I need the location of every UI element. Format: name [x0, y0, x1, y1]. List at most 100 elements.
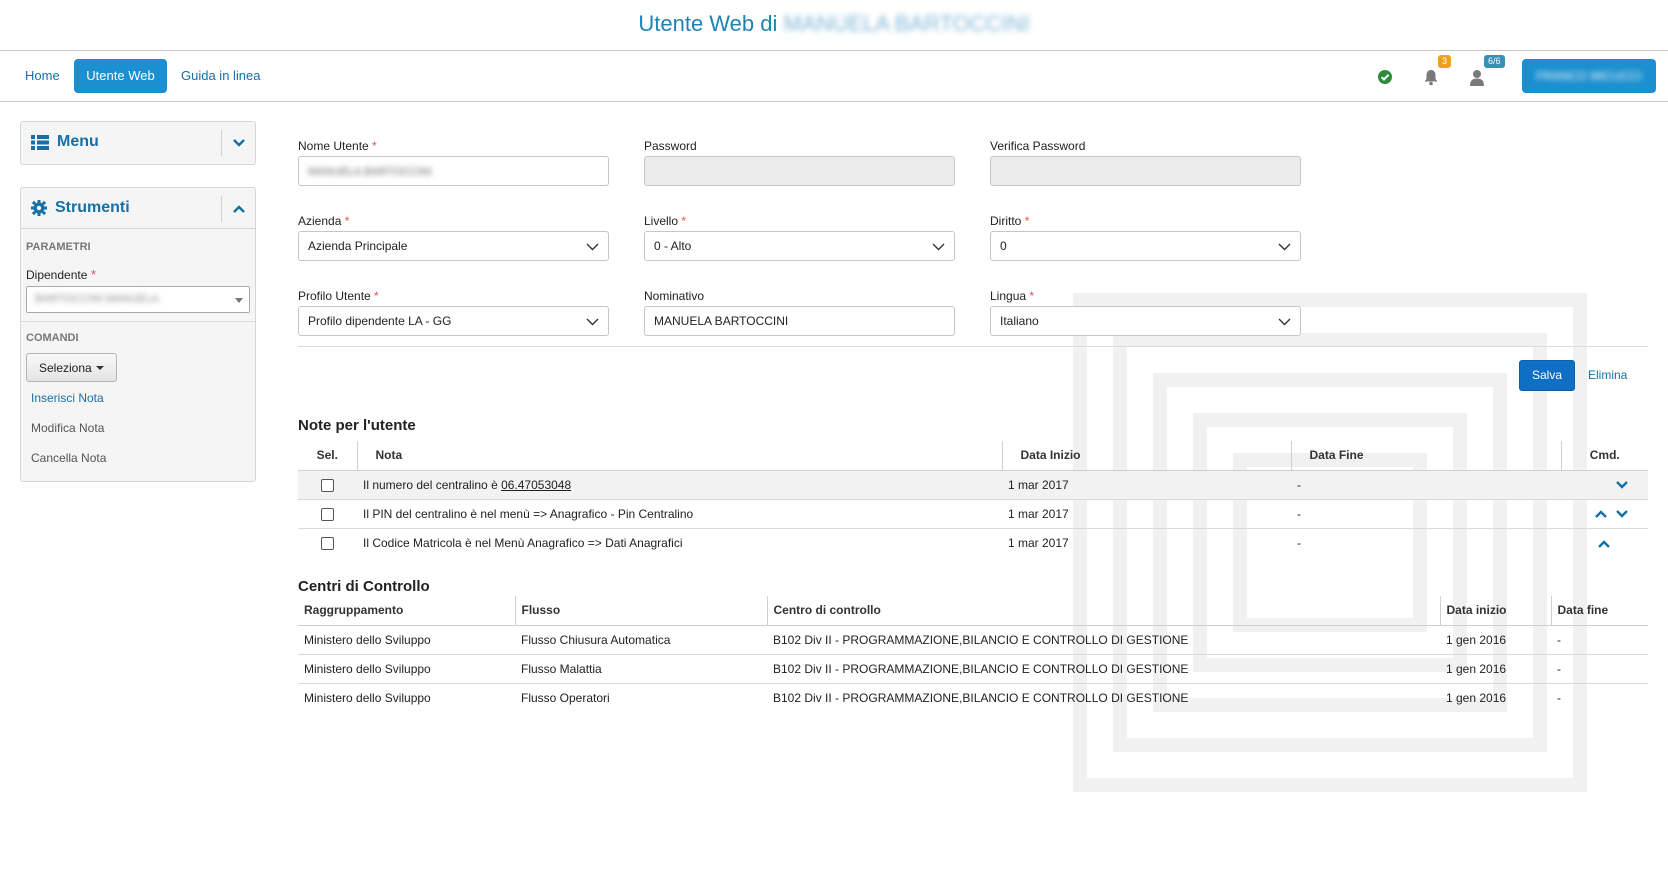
diritto-label-text: Diritto: [990, 214, 1022, 228]
table-row[interactable]: Ministero dello Sviluppo Flusso Malattia…: [298, 653, 1648, 683]
strumenti-collapse-chevron-icon[interactable]: [221, 196, 255, 222]
notifications-badge: 3: [1438, 55, 1452, 68]
row-select-checkbox[interactable]: [321, 507, 334, 521]
phone-link[interactable]: 06.47053048: [501, 478, 571, 492]
livello-select[interactable]: 0 - Alto: [644, 231, 955, 261]
lingua-label: Lingua *: [990, 289, 1034, 303]
comandi-label: COMANDI: [26, 332, 79, 344]
data-inizio-cell: 1 gen 2016: [1440, 624, 1551, 654]
menu-panel-header[interactable]: Menu: [21, 122, 255, 163]
nota-text: Il Codice Matricola è nel Menù Anagrafic…: [363, 535, 683, 550]
profilo-utente-select-value: Profilo dipendente LA - GG: [308, 314, 452, 328]
raggruppamento-cell: Ministero dello Sviluppo: [298, 682, 515, 712]
required-mark: *: [374, 289, 379, 303]
dipendente-select[interactable]: BARTOCCINI MANUELA: [26, 286, 250, 313]
table-row[interactable]: Il numero del centralino è 06.47053048 1…: [298, 469, 1648, 499]
col-data-fine[interactable]: Data fine: [1550, 596, 1648, 626]
data-fine-cell: -: [1291, 527, 1561, 557]
data-fine-cell: -: [1291, 498, 1561, 528]
diritto-select[interactable]: 0: [990, 231, 1301, 261]
flusso-cell: Flusso Operatori: [515, 682, 767, 712]
azienda-label: Azienda *: [298, 214, 349, 228]
notes-header-row: Sel. Nota Data Inizio Data Fine Cmd.: [298, 441, 1648, 471]
data-fine-cell: -: [1291, 469, 1561, 499]
inserisci-nota-link[interactable]: Inserisci Nota: [31, 383, 255, 413]
col-data-inizio[interactable]: Data inizio: [1439, 596, 1551, 626]
strumenti-panel: Strumenti PARAMETRI Dipendente * BARTOCC…: [20, 187, 256, 482]
nominativo-input[interactable]: MANUELA BARTOCCINI: [644, 306, 955, 336]
dropdown-caret-icon: [235, 298, 243, 303]
strumenti-panel-title: Strumenti: [55, 199, 130, 216]
gear-icon: [31, 200, 47, 216]
menu-expand-chevron-icon[interactable]: [221, 130, 255, 156]
row-select-checkbox[interactable]: [321, 536, 334, 550]
livello-select-value: 0 - Alto: [654, 239, 692, 253]
strumenti-panel-header[interactable]: Strumenti: [21, 188, 255, 229]
elimina-link[interactable]: Elimina: [1588, 368, 1627, 382]
nav-home[interactable]: Home: [25, 68, 60, 83]
table-row[interactable]: Ministero dello Sviluppo Flusso Operator…: [298, 682, 1648, 712]
nota-text: Il numero del centralino è: [363, 477, 502, 492]
seleziona-button[interactable]: Seleziona: [26, 353, 117, 382]
row-select-checkbox[interactable]: [321, 478, 334, 492]
col-centro-di-controllo[interactable]: Centro di controllo: [766, 596, 1440, 626]
page-title-user: MANUELA BARTOCCINI: [783, 11, 1030, 36]
raggruppamento-cell: Ministero dello Sviluppo: [298, 653, 515, 683]
nome-utente-label: Nome Utente *: [298, 139, 377, 153]
required-mark: *: [681, 214, 687, 228]
col-nota[interactable]: Nota: [356, 441, 1002, 471]
col-data-inizio[interactable]: Data Inizio: [1001, 441, 1291, 471]
chevron-down-icon: [1278, 243, 1291, 251]
nav-utente-web[interactable]: Utente Web: [74, 59, 167, 93]
users-badge: 6/6: [1484, 55, 1505, 68]
salva-button[interactable]: Salva: [1519, 360, 1575, 391]
move-down-chevron-icon[interactable]: [1616, 481, 1628, 490]
nominativo-label: Nominativo: [644, 289, 705, 303]
table-row[interactable]: Ministero dello Sviluppo Flusso Chiusura…: [298, 624, 1648, 654]
profilo-utente-select[interactable]: Profilo dipendente LA - GG: [298, 306, 609, 336]
nome-utente-value: MANUELA.BARTOCCINI: [308, 166, 432, 178]
cancella-nota-link[interactable]: Cancella Nota: [31, 443, 255, 473]
move-up-chevron-icon[interactable]: [1594, 510, 1607, 519]
nominativo-value: MANUELA BARTOCCINI: [654, 314, 789, 328]
livello-label: Livello *: [644, 214, 686, 228]
page-title-prefix: Utente Web di: [638, 11, 778, 36]
title-bar: Utente Web di MANUELA BARTOCCINI: [0, 0, 1668, 51]
verifica-password-input[interactable]: [990, 156, 1301, 186]
col-sel[interactable]: Sel.: [298, 441, 357, 471]
dropdown-caret-icon: [95, 365, 104, 370]
col-data-fine[interactable]: Data Fine: [1290, 441, 1561, 471]
move-up-chevron-icon[interactable]: [1598, 539, 1610, 548]
data-inizio-cell: 1 mar 2017: [1002, 527, 1291, 557]
data-inizio-cell: 1 mar 2017: [1002, 469, 1291, 499]
notifications-bell-icon[interactable]: [1420, 66, 1442, 88]
chevron-down-icon: [586, 318, 599, 326]
modifica-nota-link[interactable]: Modifica Nota: [31, 413, 255, 443]
table-row[interactable]: Il PIN del centralino è nel menù => Anag…: [298, 498, 1648, 528]
required-mark: *: [1029, 289, 1035, 303]
table-row[interactable]: Il Codice Matricola è nel Menù Anagrafic…: [298, 527, 1648, 557]
col-cmd[interactable]: Cmd.: [1560, 441, 1648, 471]
nome-utente-input[interactable]: MANUELA.BARTOCCINI: [298, 156, 609, 186]
col-flusso[interactable]: Flusso: [514, 596, 767, 626]
user-menu-button[interactable]: FRANCO MICUCCI: [1522, 59, 1656, 93]
lingua-select[interactable]: Italiano: [990, 306, 1301, 336]
diritto-label: Diritto *: [990, 214, 1029, 228]
azienda-select[interactable]: Azienda Principale: [298, 231, 609, 261]
status-ok-icon[interactable]: [1374, 66, 1396, 88]
move-down-chevron-icon[interactable]: [1616, 510, 1628, 519]
notes-table: Sel. Nota Data Inizio Data Fine Cmd. Il …: [298, 441, 1648, 557]
profilo-utente-label: Profilo Utente *: [298, 289, 379, 303]
azienda-label-text: Azienda: [298, 214, 342, 228]
profilo-utente-label-text: Profilo Utente: [298, 289, 371, 303]
chevron-down-icon: [1278, 318, 1291, 326]
col-raggruppamento[interactable]: Raggruppamento: [298, 596, 515, 626]
nav-guida-in-linea[interactable]: Guida in linea: [181, 68, 261, 83]
required-mark: *: [1024, 214, 1030, 228]
password-input[interactable]: [644, 156, 955, 186]
centro-cell: B102 Div II - PROGRAMMAZIONE,BILANCIO E …: [767, 682, 1440, 712]
data-inizio-cell: 1 gen 2016: [1440, 682, 1551, 712]
nota-text: Il PIN del centralino è nel menù => Anag…: [363, 506, 694, 521]
lingua-select-value: Italiano: [1000, 314, 1039, 328]
users-icon[interactable]: [1466, 66, 1488, 88]
